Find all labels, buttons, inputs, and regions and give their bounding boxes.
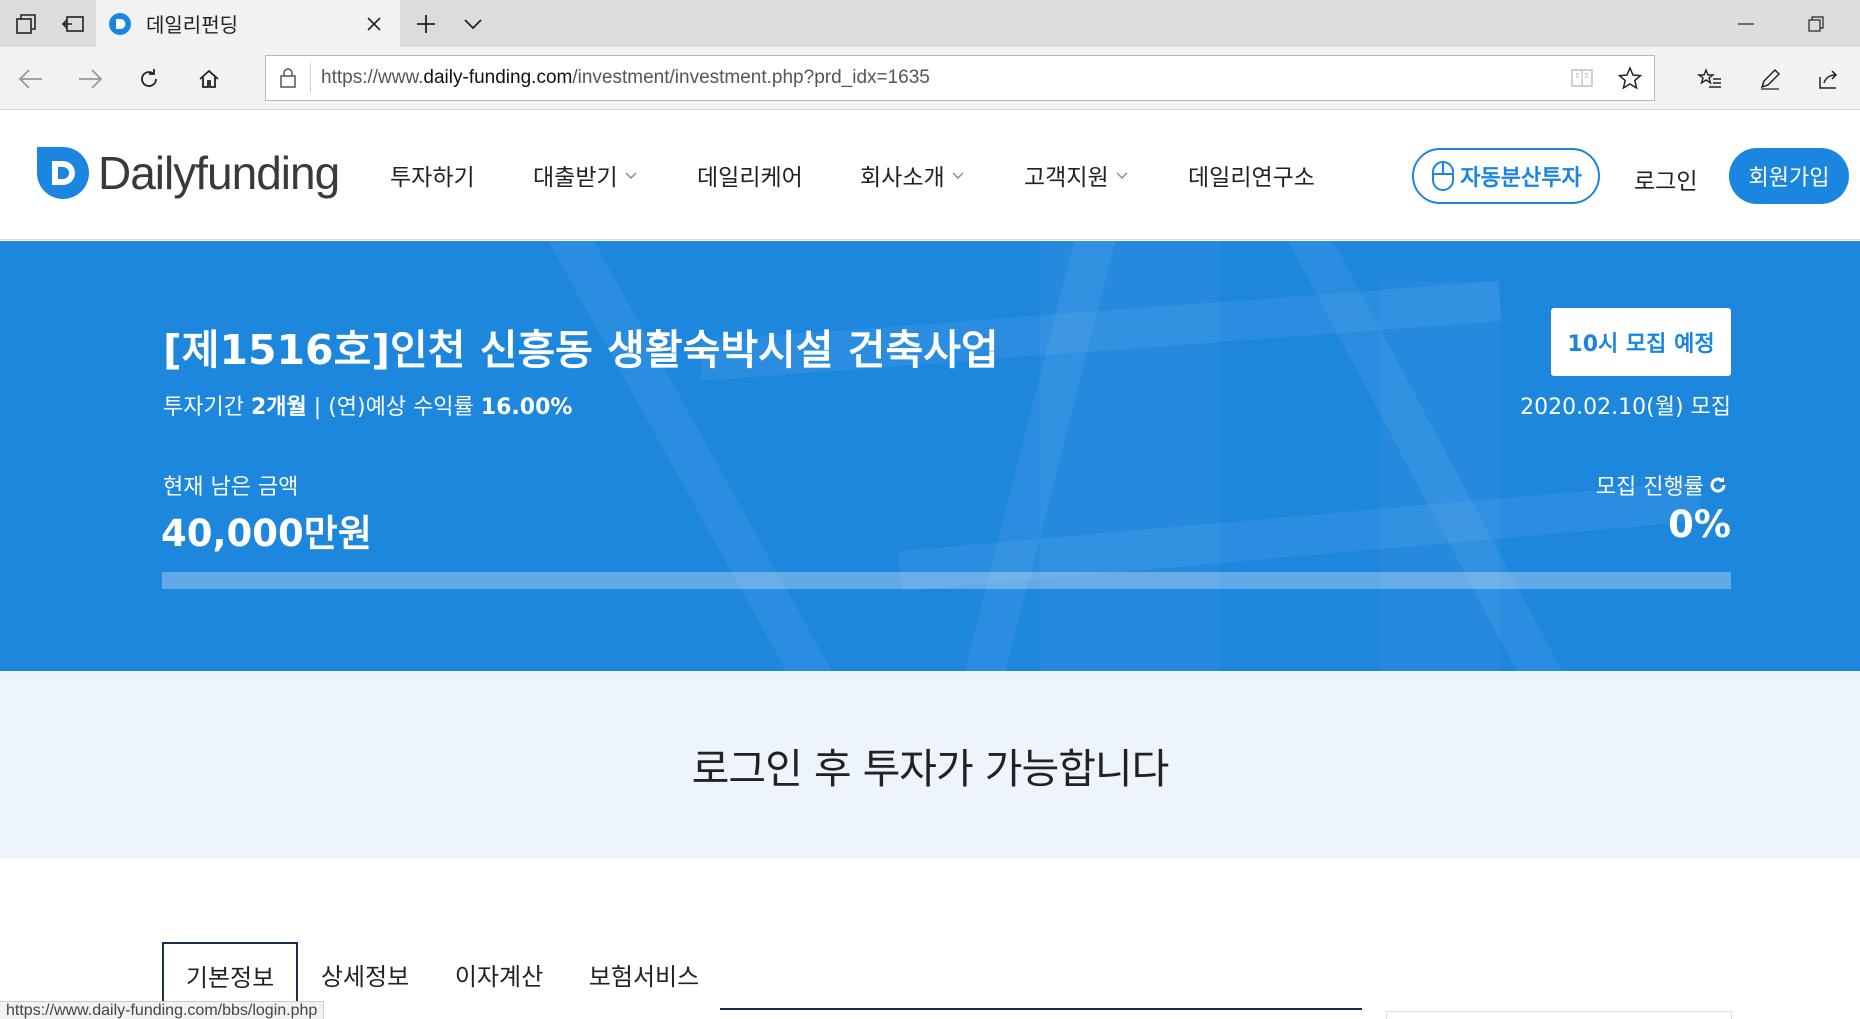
close-tab-icon[interactable] (354, 4, 394, 44)
browser-tab-title: 데일리펀딩 (146, 13, 238, 37)
nav-menu-invest-label: 투자하기 (390, 165, 475, 191)
nav-menu-dailycare[interactable]: 데일리케어 (697, 158, 803, 192)
nav-menu-loan[interactable]: 대출받기 (533, 158, 638, 192)
forward-arrow-icon[interactable] (66, 55, 114, 103)
period-value: 2개월 (250, 395, 307, 420)
nav-menu-research[interactable]: 데일리연구소 (1188, 158, 1315, 192)
chevron-down-icon (625, 172, 637, 179)
tab-list-chevron-down-icon[interactable] (449, 0, 496, 47)
nav-menu-company-label: 회사소개 (860, 165, 945, 191)
site-header: Dailyfunding 투자하기 대출받기 데일리케어 회사소개 고객지원 데… (0, 110, 1860, 240)
product-title: [제1516호]인천 신흥동 생활숙박시설 건축사업 (163, 326, 999, 374)
tab-basic-info-label: 기본정보 (185, 963, 275, 992)
nav-menu-loan-label: 대출받기 (533, 165, 618, 191)
reading-view-icon[interactable] (1558, 56, 1606, 100)
lock-icon[interactable] (266, 56, 310, 100)
product-summary: 투자기간 2개월 | (연)예상 수익률 16.00% (163, 389, 572, 421)
signup-label: 회원가입 (1748, 166, 1830, 191)
status-badge: 10시 모집 예정 (1551, 308, 1731, 376)
auto-invest-label: 자동분산투자 (1460, 166, 1582, 191)
status-bar-link-preview: https://www.daily-funding.com/bbs/login.… (0, 1001, 325, 1019)
browser-tab-active[interactable]: 데일리펀딩 (96, 0, 400, 47)
nav-menu-research-label: 데일리연구소 (1188, 165, 1315, 191)
favorite-star-icon[interactable] (1606, 56, 1654, 100)
hero-background-pattern (548, 241, 1702, 671)
progress-value: 0% (1668, 503, 1731, 546)
refresh-progress-icon[interactable] (1707, 474, 1729, 496)
tab-insurance-service[interactable]: 보험서비스 (578, 942, 710, 1006)
browser-tab-strip: 데일리펀딩 (0, 0, 1860, 47)
product-hero: [제1516호]인천 신흥동 생활숙박시설 건축사업 투자기간 2개월 | (연… (0, 241, 1860, 671)
remaining-amount-label: 현재 남은 금액 (163, 475, 299, 500)
tab-interest-calc[interactable]: 이자계산 (444, 942, 554, 1006)
side-panel-edge (1386, 1011, 1732, 1019)
refresh-icon[interactable] (125, 55, 173, 103)
set-tabs-aside-icon[interactable] (49, 0, 96, 47)
summary-separator: | (313, 395, 322, 420)
home-icon[interactable] (185, 55, 233, 103)
tab-basic-info[interactable]: 기본정보 (162, 942, 298, 1006)
url-host: daily-funding.com (423, 67, 573, 88)
minimize-window-icon[interactable] (1716, 0, 1776, 47)
url-prefix: https://www. (321, 67, 424, 88)
url-field[interactable]: https://www.daily-funding.com/investment… (265, 55, 1655, 101)
progress-label-group: 모집 진행률 (1596, 469, 1729, 501)
period-label: 투자기간 (163, 395, 244, 420)
login-notice: 로그인 후 투자가 가능합니다 (0, 671, 1860, 859)
tab-underline (720, 1008, 1362, 1010)
share-icon[interactable] (1804, 55, 1852, 103)
tab-interest-calc-label: 이자계산 (454, 962, 544, 991)
browser-address-bar: https://www.daily-funding.com/investment… (0, 47, 1860, 110)
nav-menu-invest[interactable]: 투자하기 (390, 158, 475, 192)
nav-menu-company[interactable]: 회사소개 (860, 158, 965, 192)
logo-text: Dailyfunding (98, 147, 340, 199)
new-tab-icon[interactable] (402, 0, 449, 47)
dailyfunding-logo-icon (37, 147, 89, 199)
url-divider (310, 63, 311, 93)
rate-label: (연)예상 수익률 (328, 395, 474, 420)
chevron-down-icon (952, 172, 964, 179)
nav-menu-dailycare-label: 데일리케어 (697, 165, 803, 191)
nav-menu-support-label: 고객지원 (1024, 165, 1109, 191)
progress-bar (162, 572, 1731, 589)
dailyfunding-logo[interactable]: Dailyfunding (36, 146, 340, 200)
progress-label: 모집 진행률 (1595, 475, 1704, 500)
chevron-down-icon (1116, 172, 1128, 179)
remaining-amount-value: 40,000만원 (161, 512, 372, 555)
recruit-date: 2020.02.10(월) 모집 (1520, 395, 1731, 420)
nav-menu-support[interactable]: 고객지원 (1024, 158, 1129, 192)
mouse-icon (1432, 161, 1455, 191)
rate-value: 16.00% (480, 395, 573, 420)
site-favicon-icon (109, 12, 131, 35)
content-tabs: 기본정보 상세정보 이자계산 보험서비스 (0, 859, 1860, 1019)
login-notice-text: 로그인 후 투자가 가능합니다 (691, 745, 1170, 793)
back-arrow-icon[interactable] (7, 55, 55, 103)
tab-insurance-service-label: 보험서비스 (588, 962, 700, 991)
pen-notes-icon[interactable] (1746, 55, 1794, 103)
url-path: /investment/investment.php?prd_idx=1635 (572, 67, 930, 88)
tab-manager-icon[interactable] (2, 0, 49, 47)
url-text[interactable]: https://www.daily-funding.com/investment… (321, 67, 1558, 89)
tab-detail-info-label: 상세정보 (320, 962, 410, 991)
auto-invest-button[interactable]: 자동분산투자 (1412, 148, 1600, 204)
restore-window-icon[interactable] (1786, 0, 1846, 47)
favorites-hub-icon[interactable] (1686, 55, 1734, 103)
login-link[interactable]: 로그인 (1634, 162, 1697, 196)
signup-button[interactable]: 회원가입 (1729, 148, 1849, 204)
tab-detail-info[interactable]: 상세정보 (310, 942, 420, 1006)
